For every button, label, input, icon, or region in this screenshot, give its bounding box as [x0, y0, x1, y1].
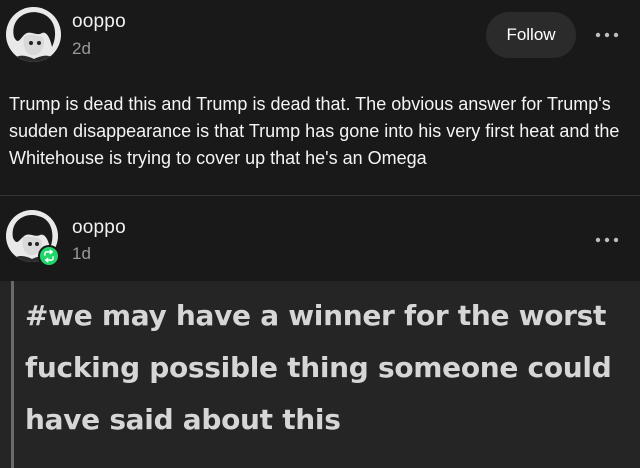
username[interactable]: ooppo	[72, 217, 126, 239]
more-options-button[interactable]	[592, 25, 622, 45]
timestamp[interactable]: 2d	[72, 39, 91, 59]
tag-text[interactable]: #we may have a winner for the worst fuck…	[25, 290, 630, 446]
post-original: ooppo 2d Follow Trump is dead this and T…	[0, 0, 640, 196]
reblog-badge	[38, 245, 60, 267]
quote-bar	[11, 281, 14, 468]
divider	[0, 195, 640, 196]
reblog-icon	[44, 249, 54, 263]
avatar-image	[6, 7, 61, 62]
post-reblog: ooppo 1d #we may have a winner for the w…	[0, 197, 640, 468]
username[interactable]: ooppo	[72, 11, 126, 33]
ellipsis-icon	[595, 237, 619, 243]
follow-button[interactable]: Follow	[486, 12, 576, 58]
timestamp[interactable]: 1d	[72, 244, 91, 264]
post-body-text: Trump is dead this and Trump is dead tha…	[9, 94, 620, 168]
tag-quote-block: #we may have a winner for the worst fuck…	[0, 281, 640, 468]
more-options-button[interactable]	[592, 230, 622, 250]
avatar[interactable]	[6, 7, 61, 62]
ellipsis-icon	[595, 32, 619, 38]
